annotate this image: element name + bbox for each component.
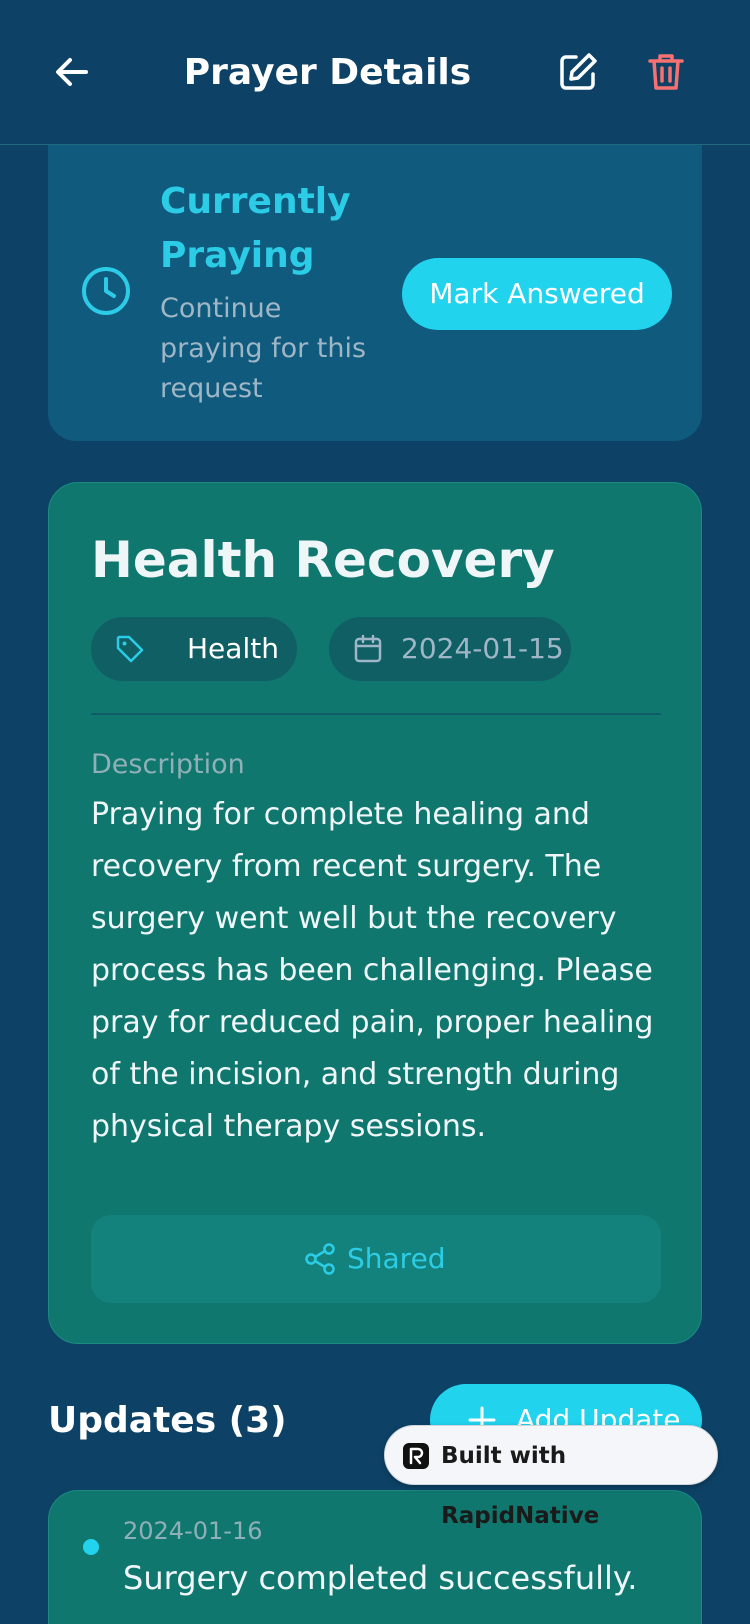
prayer-card: Health Recovery Health 2024-01-15 Descri…	[48, 482, 702, 1344]
rapidnative-logo-icon	[403, 1443, 429, 1469]
shared-button[interactable]: Shared	[91, 1215, 661, 1303]
mark-answered-button[interactable]: Mark Answered	[402, 258, 672, 330]
timeline-dot	[83, 1539, 99, 1555]
app-header: Prayer Details	[0, 0, 750, 145]
category-label: Health	[187, 632, 279, 665]
clock-icon	[82, 267, 130, 315]
date-chip: 2024-01-15	[329, 617, 571, 681]
prayer-title: Health Recovery	[91, 531, 555, 589]
update-date: 2024-01-16	[123, 1517, 263, 1545]
divider	[91, 713, 661, 715]
calendar-icon	[354, 634, 382, 663]
tag-icon	[116, 635, 144, 663]
trash-icon[interactable]	[644, 50, 688, 94]
description-label: Description	[91, 749, 245, 780]
updates-heading: Updates (3)	[48, 1400, 287, 1441]
description-text: Praying for complete healing and recover…	[91, 797, 654, 1144]
shared-label: Shared	[347, 1242, 446, 1275]
share-icon	[305, 1243, 335, 1275]
status-title: Currently Praying	[160, 181, 351, 276]
date-label: 2024-01-15	[401, 632, 564, 665]
category-chip: Health	[91, 617, 297, 681]
built-with-badge[interactable]: Built with RapidNative	[384, 1425, 718, 1529]
prayer-status-card: Currently Praying Continue praying for t…	[48, 145, 702, 441]
edit-icon[interactable]	[556, 50, 600, 94]
badge-label: Built with RapidNative	[441, 1443, 600, 1529]
status-subtitle: Continue praying for this request	[160, 293, 367, 404]
update-text: Surgery completed successfully.	[123, 1559, 638, 1597]
